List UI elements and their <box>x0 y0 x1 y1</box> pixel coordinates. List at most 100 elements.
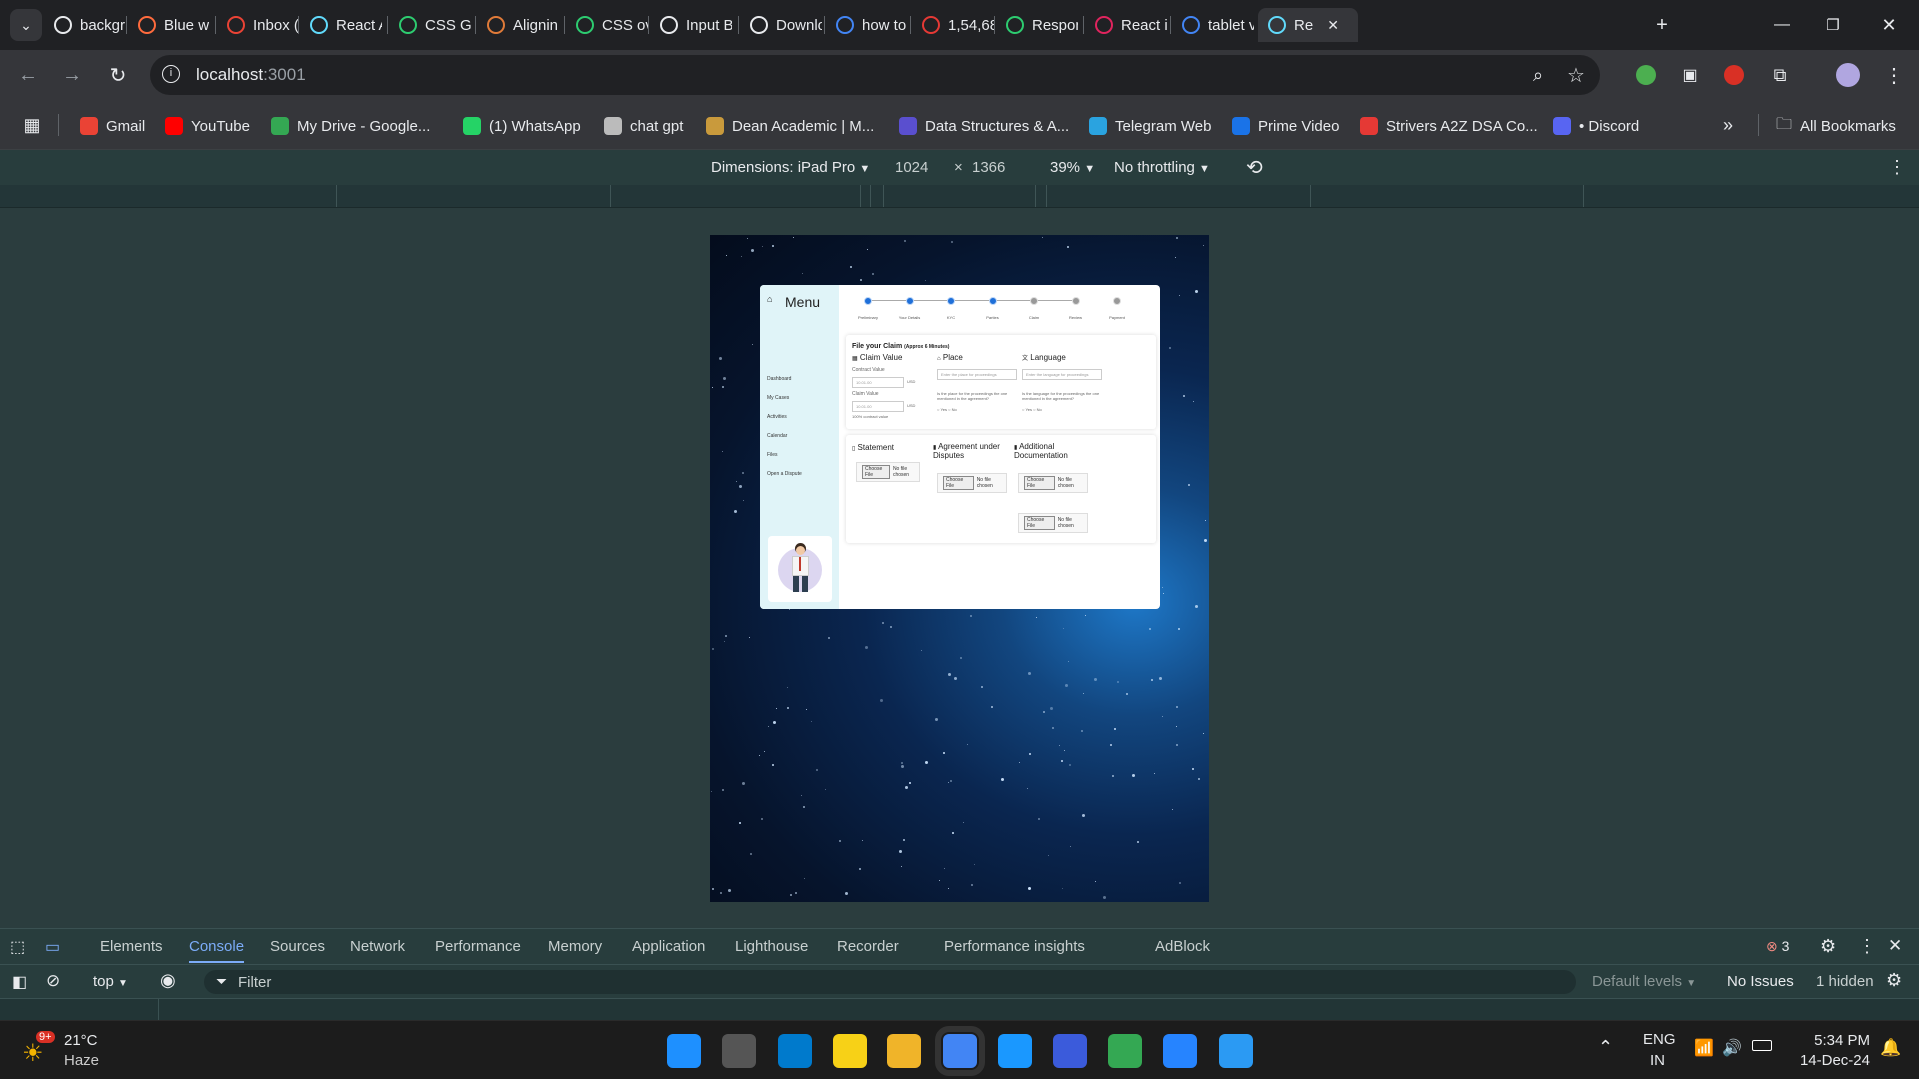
show-hidden-icons-chevron-icon[interactable]: ⌃ <box>1598 1037 1613 1058</box>
bookmark-item[interactable]: Gmail <box>80 115 145 137</box>
side-link[interactable]: My Cases <box>767 395 789 401</box>
devtools-tab[interactable]: Elements <box>100 938 163 955</box>
browser-tab[interactable]: Blue wh <box>128 8 210 42</box>
language-input[interactable]: Enter the language for proceedings <box>1022 369 1102 380</box>
devtools-tab[interactable]: Performance <box>435 938 521 955</box>
devtools-settings-gear-icon[interactable]: ⚙ <box>1820 936 1836 957</box>
notification-bell-icon[interactable]: 🔔 <box>1880 1038 1901 1058</box>
photos-icon[interactable] <box>1219 1034 1253 1068</box>
clock-time[interactable]: 5:34 PM <box>1794 1032 1870 1049</box>
input-region[interactable]: IN <box>1650 1052 1665 1069</box>
browser-tab[interactable]: 1,54,68 <box>912 8 994 42</box>
device-toolbar-kebab-icon[interactable]: ⋮ <box>1888 157 1906 178</box>
bookmark-item[interactable]: YouTube <box>165 115 250 137</box>
throttling-dropdown[interactable]: No throttling ▼ <box>1114 159 1210 176</box>
browser-tab[interactable]: React ic <box>1085 8 1167 42</box>
restore-icon[interactable]: ❐ <box>1817 9 1849 41</box>
browser-tab[interactable]: Inbox ( <box>217 8 299 42</box>
extension-red-icon[interactable] <box>1724 65 1744 85</box>
devtools-kebab-icon[interactable]: ⋮ <box>1858 936 1876 957</box>
console-filter-input[interactable]: ⏷ Filter <box>204 970 1576 994</box>
side-link[interactable]: Calendar <box>767 433 787 439</box>
bookmark-item[interactable]: chat gpt <box>604 115 683 137</box>
context-selector[interactable]: top ▼ <box>93 973 128 990</box>
log-levels-dropdown[interactable]: Default levels ▼ <box>1592 973 1696 990</box>
bookmark-item[interactable]: Data Structures & A... <box>899 115 1069 137</box>
volume-icon[interactable]: 🔊 <box>1722 1038 1742 1058</box>
side-link[interactable]: Files <box>767 452 778 458</box>
weather-widget[interactable]: ☀ 9+ <box>22 1031 55 1067</box>
devtools-tab[interactable]: Application <box>632 938 705 955</box>
new-tab-plus-icon[interactable]: + <box>1646 9 1678 41</box>
browser-tab[interactable]: CSS Gr <box>389 8 471 42</box>
profile-avatar-icon[interactable] <box>1836 63 1860 87</box>
device-width-input[interactable]: 1024 <box>895 159 928 176</box>
forward-arrow-icon[interactable]: → <box>56 59 88 91</box>
side-link[interactable]: Open a Dispute <box>767 471 802 477</box>
rotate-device-icon[interactable]: ⟲ <box>1246 155 1263 180</box>
place-radio-group[interactable]: ○ Yes ○ No <box>937 407 957 412</box>
devtools-close-icon[interactable]: ✕ <box>1888 936 1902 956</box>
browser-tab[interactable]: tablet v <box>1172 8 1254 42</box>
media-app-icon[interactable] <box>1053 1034 1087 1068</box>
chrome-alt-icon[interactable] <box>1108 1034 1142 1068</box>
browser-tab[interactable]: how to <box>826 8 908 42</box>
back-arrow-icon[interactable]: ← <box>12 59 44 91</box>
devtools-tab[interactable]: Console <box>189 938 245 963</box>
browser-menu-kebab-icon[interactable]: ⋮ <box>1878 59 1910 91</box>
browser-tab[interactable]: Downlo <box>740 8 822 42</box>
zoom-magnifier-icon[interactable]: ⌕ <box>1522 59 1554 91</box>
clear-console-icon[interactable]: ⊘ <box>46 971 60 991</box>
reading-mode-icon[interactable]: ▣ <box>1674 59 1706 91</box>
vscode-icon[interactable] <box>778 1034 812 1068</box>
contract-value-input[interactable]: 10.01.00 <box>852 377 904 388</box>
close-tab-icon[interactable]: ✕ <box>1327 17 1339 34</box>
live-expression-eye-icon[interactable]: ◉ <box>160 970 176 991</box>
clock-date[interactable]: 14-Dec-24 <box>1794 1052 1870 1069</box>
sticky-notes-icon[interactable] <box>833 1034 867 1068</box>
more-bookmarks-chevron-icon[interactable]: » <box>1712 109 1744 141</box>
devtools-tab[interactable]: Sources <box>270 938 325 955</box>
device-height-input[interactable]: 1366 <box>972 159 1005 176</box>
devtools-tab[interactable]: Lighthouse <box>735 938 808 955</box>
start-windows-icon[interactable] <box>667 1034 701 1068</box>
console-settings-gear-icon[interactable]: ⚙ <box>1886 970 1902 991</box>
bookmark-item[interactable]: Strivers A2Z DSA Co... <box>1360 115 1538 137</box>
bookmark-item[interactable]: (1) WhatsApp <box>463 115 581 137</box>
side-link[interactable]: Dashboard <box>767 376 791 382</box>
device-dimensions-dropdown[interactable]: Dimensions: iPad Pro ▼ <box>711 159 870 176</box>
error-counter[interactable]: ⊗ 3 <box>1766 938 1789 955</box>
zoom-dropdown[interactable]: 39% ▼ <box>1050 159 1095 176</box>
wifi-icon[interactable]: 📶 <box>1694 1038 1714 1058</box>
apps-grid-icon[interactable]: ▦ <box>16 109 48 141</box>
chrome-icon[interactable] <box>935 1026 985 1076</box>
input-language[interactable]: ENG <box>1643 1031 1676 1048</box>
address-bar[interactable]: i localhost:3001 ⌕ ☆ <box>150 55 1600 95</box>
bookmark-item[interactable]: Telegram Web <box>1089 115 1211 137</box>
devtools-tab[interactable]: Memory <box>548 938 602 955</box>
pycharm-icon[interactable] <box>1163 1034 1197 1068</box>
browser-tab[interactable]: Input B <box>650 8 732 42</box>
devtools-tab[interactable]: AdBlock <box>1155 938 1210 955</box>
browser-tab[interactable]: Re ✕ <box>1258 8 1358 42</box>
extensions-puzzle-icon[interactable]: ⧉ <box>1764 59 1796 91</box>
battery-icon[interactable] <box>1752 1040 1772 1051</box>
browser-tab[interactable]: backgr <box>44 8 126 42</box>
bookmark-item[interactable]: Prime Video <box>1232 115 1339 137</box>
browser-tab[interactable]: CSS ov <box>566 8 648 42</box>
task-view-icon[interactable] <box>722 1034 756 1068</box>
additional-file-input-2[interactable]: Choose File No file chosen <box>1018 513 1088 533</box>
statement-file-input[interactable]: Choose File No file chosen <box>856 462 920 482</box>
reload-icon[interactable]: ↻ <box>102 59 134 91</box>
bookmark-star-icon[interactable]: ☆ <box>1560 59 1592 91</box>
browser-tab[interactable]: Alignin <box>477 8 559 42</box>
devtools-tab[interactable]: Recorder <box>837 938 899 955</box>
inspect-element-icon[interactable]: ⬚ <box>10 937 25 957</box>
tab-search-chevron-icon[interactable]: ⌄ <box>10 9 42 41</box>
prime-video-icon[interactable] <box>998 1034 1032 1068</box>
bookmark-item[interactable]: My Drive - Google... <box>271 115 430 137</box>
agreement-file-input[interactable]: Choose File No file chosen <box>937 473 1007 493</box>
device-mode-icon[interactable]: ▭ <box>45 937 60 957</box>
browser-tab[interactable]: React A <box>300 8 382 42</box>
file-explorer-icon[interactable] <box>887 1034 921 1068</box>
